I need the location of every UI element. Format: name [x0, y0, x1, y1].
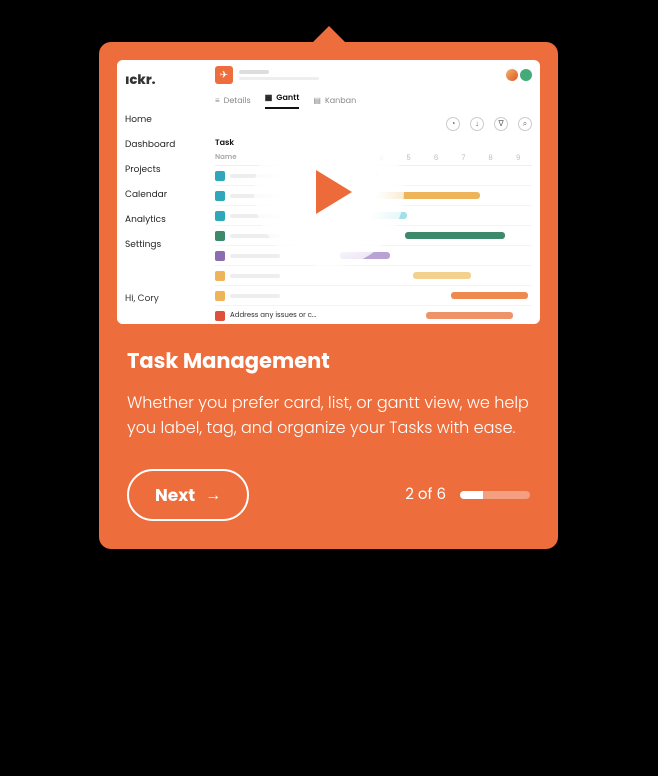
task-color-chip	[215, 271, 225, 281]
preview-nav-item: Settings	[125, 233, 199, 258]
card-content: Task Management Whether you prefer card,…	[99, 324, 558, 549]
gantt-bar	[413, 272, 471, 279]
avatar-icon	[506, 69, 518, 81]
preview-greeting: Hi, Cory	[125, 293, 159, 306]
preview-nav-item: Home	[125, 108, 199, 133]
filter-icon: ∇	[494, 117, 508, 131]
gantt-bar	[426, 312, 512, 319]
task-column-header: Task	[215, 137, 234, 148]
progress-bar	[460, 491, 530, 499]
card-footer: Next → 2 of 6	[127, 469, 530, 521]
task-color-chip	[215, 291, 225, 301]
onboarding-card: ıckr. HomeDashboardProjectsCalendarAnaly…	[99, 42, 558, 549]
gantt-row	[215, 286, 532, 306]
task-color-chip	[215, 311, 225, 321]
clock-icon: ◔	[446, 117, 460, 131]
avatar-icon	[520, 69, 532, 81]
next-button[interactable]: Next →	[127, 469, 249, 521]
gantt-bar	[451, 292, 528, 299]
preview-nav-item: Analytics	[125, 208, 199, 233]
task-color-chip	[215, 211, 225, 221]
arrow-right-icon: →	[205, 482, 221, 507]
progress-indicator: 2 of 6	[405, 483, 530, 506]
card-description: Whether you prefer card, list, or gantt …	[127, 391, 530, 441]
preview-nav-item: Calendar	[125, 183, 199, 208]
preview-topbar: ✈	[215, 66, 532, 84]
preview-title-placeholder	[239, 70, 500, 80]
play-icon	[316, 170, 352, 214]
gantt-row	[215, 266, 532, 286]
gantt-bar	[405, 232, 505, 239]
gantt-row: Address any issues or c...	[215, 306, 532, 324]
preview-toolbar: ◔ ↓ ∇ ⌕	[215, 117, 532, 131]
preview-tab: ▦Gantt	[265, 92, 300, 109]
next-button-label: Next	[155, 482, 195, 508]
preview-nav-item: Dashboard	[125, 133, 199, 158]
task-color-chip	[215, 251, 225, 261]
preview-tab: ≡Details	[215, 95, 251, 107]
task-color-chip	[215, 231, 225, 241]
preview-tab: ▤Kanban	[313, 95, 356, 107]
progress-label: 2 of 6	[405, 483, 446, 506]
task-color-chip	[215, 171, 225, 181]
progress-fill	[460, 491, 483, 499]
preview-sidebar: ıckr. HomeDashboardProjectsCalendarAnaly…	[117, 60, 207, 324]
preview-logo: ıckr.	[125, 70, 199, 90]
rocket-icon: ✈	[215, 66, 233, 84]
preview-tabs: ≡Details ▦Gantt ▤Kanban	[215, 92, 532, 109]
play-button[interactable]	[254, 117, 404, 267]
screenshot-preview[interactable]: ıckr. HomeDashboardProjectsCalendarAnaly…	[117, 60, 540, 324]
card-pointer	[313, 26, 345, 42]
card-heading: Task Management	[127, 346, 530, 377]
search-icon: ⌕	[518, 117, 532, 131]
preview-nav-item: Projects	[125, 158, 199, 183]
download-icon: ↓	[470, 117, 484, 131]
task-color-chip	[215, 191, 225, 201]
